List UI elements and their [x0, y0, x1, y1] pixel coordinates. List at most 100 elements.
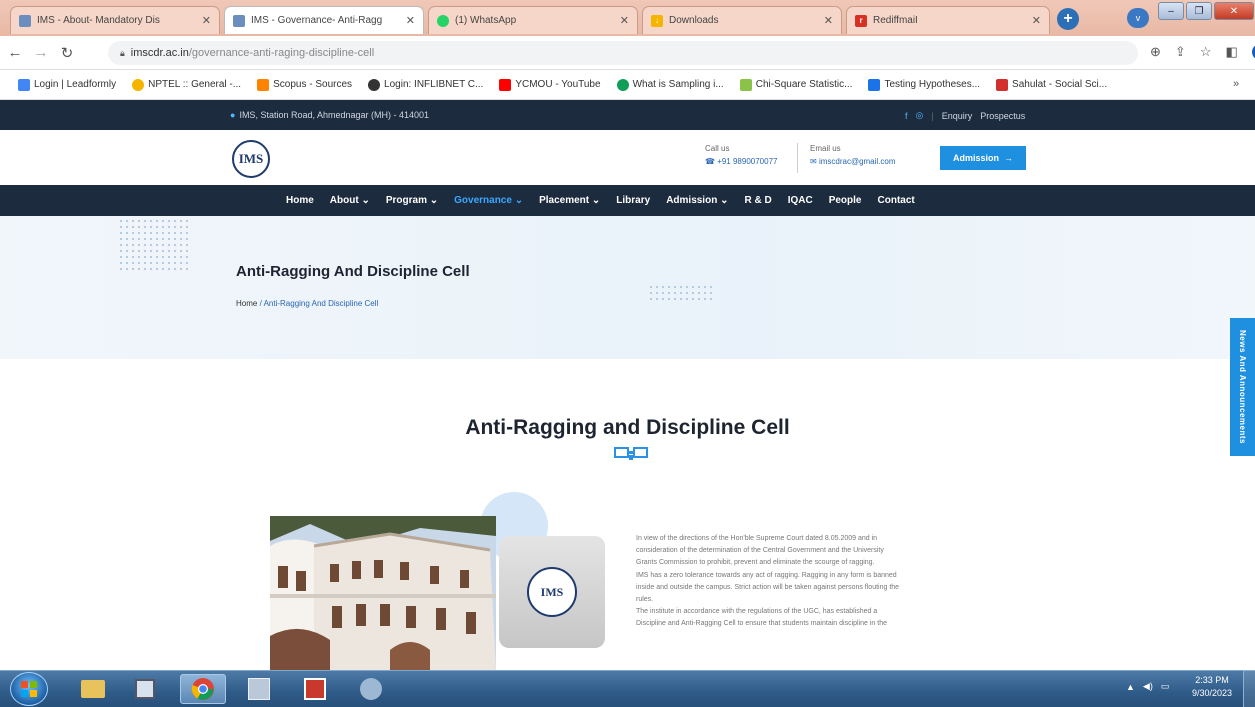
bookmark-label: Sahulat - Social Sci... — [1012, 79, 1108, 90]
admission-button[interactable]: Admission → — [940, 146, 1026, 170]
taskbar-clock[interactable]: 2:33 PM 9/30/2023 — [1192, 674, 1232, 700]
paragraph-line: IMS has a zero tolerance towards any act… — [636, 571, 897, 579]
phone-icon: ☎︎ — [705, 157, 718, 166]
site-address: ● IMS, Station Road, Ahmednagar (MH) - 41… — [230, 110, 429, 120]
star-icon[interactable]: ☆ — [1200, 44, 1212, 60]
nav-program[interactable]: Program ⌄ — [386, 195, 438, 206]
reload-icon[interactable]: ↻ — [56, 44, 78, 62]
nav-iqac[interactable]: IQAC — [788, 195, 813, 206]
url-domain: imscdr.ac.in — [130, 47, 189, 59]
prospectus-link[interactable]: Prospectus — [980, 111, 1025, 121]
download-icon: ↓ — [651, 14, 663, 27]
instagram-icon[interactable]: ◎ — [916, 110, 924, 121]
close-icon[interactable]: ✕ — [824, 14, 833, 27]
app-icon[interactable] — [236, 674, 282, 704]
explorer-icon[interactable] — [70, 674, 116, 704]
nptel-icon — [132, 78, 145, 91]
chrome-icon[interactable] — [180, 674, 226, 704]
bookmark-item[interactable]: What is Sampling i... — [609, 78, 732, 91]
ims-logo[interactable]: IMS — [232, 140, 270, 178]
tab-title: IMS - About- Mandatory Dis — [37, 15, 160, 26]
enquiry-link[interactable]: Enquiry — [942, 111, 973, 121]
email-value[interactable]: imscdrac@gmail.com — [819, 157, 896, 166]
nav-library[interactable]: Library — [616, 195, 650, 206]
bookmark-label: What is Sampling i... — [632, 79, 724, 90]
media-icon[interactable] — [122, 674, 168, 704]
network-icon[interactable]: ▭ — [1161, 681, 1170, 692]
bookmark-item[interactable]: Chi-Square Statistic... — [732, 78, 861, 91]
paragraph-line: rules. — [636, 596, 654, 604]
close-icon[interactable]: ✕ — [202, 14, 211, 27]
paragraph-line: consideration of the determination of th… — [636, 547, 884, 555]
call-label: Call us — [705, 144, 730, 153]
lock-icon: 🔒︎ — [120, 47, 125, 58]
window-close-button[interactable]: ✕ — [1214, 2, 1254, 20]
bookmarks-bar: Login | Leadformly NPTEL :: General -...… — [0, 70, 1255, 100]
nav-research[interactable]: R & D — [744, 195, 771, 206]
section-divider-icon — [614, 447, 648, 460]
nav-governance[interactable]: Governance ⌄ — [454, 195, 523, 206]
bookmark-item[interactable]: Sahulat - Social Sci... — [988, 78, 1115, 91]
toolbar-actions: ⊕ ⇪ ☆ ◧ ⋮ — [1150, 44, 1255, 60]
address-bar[interactable]: 🔒︎ imscdr.ac.in /governance-anti-raging-… — [108, 41, 1138, 65]
browser-tab[interactable]: (1) WhatsApp ✕ — [428, 6, 638, 34]
tab-search-button[interactable]: v — [1127, 8, 1149, 28]
maximize-button[interactable]: ❐ — [1186, 2, 1212, 20]
nav-about[interactable]: About ⌄ — [330, 195, 370, 206]
site-topbar: ● IMS, Station Road, Ahmednagar (MH) - 41… — [0, 100, 1255, 130]
admission-label: Admission — [952, 153, 999, 163]
show-desktop-button[interactable] — [1243, 670, 1255, 707]
leadformly-icon — [18, 78, 30, 91]
browser-tab-active[interactable]: IMS - Governance- Anti-Ragg ✕ — [224, 6, 424, 34]
zoom-icon[interactable]: ⊕ — [1150, 44, 1161, 60]
paragraph-line: Grants Commission to prohibit, prevent a… — [636, 559, 875, 567]
bookmark-item[interactable]: Testing Hypotheses... — [860, 78, 988, 91]
close-icon[interactable]: ✕ — [1032, 14, 1041, 27]
volume-icon[interactable]: ◀) — [1143, 681, 1153, 692]
browser-tab[interactable]: IMS - About- Mandatory Dis ✕ — [10, 6, 220, 34]
bookmark-item[interactable]: Login | Leadformly — [10, 78, 124, 91]
nav-admission[interactable]: Admission ⌄ — [666, 195, 728, 206]
tab-title: RediffmaiI — [873, 15, 918, 26]
sahulat-icon — [996, 78, 1009, 91]
new-tab-button[interactable]: + — [1057, 8, 1079, 30]
site-header — [0, 130, 1255, 185]
tab-title: (1) WhatsApp — [455, 15, 517, 26]
nav-people[interactable]: People — [829, 195, 862, 206]
breadcrumb: Home / Anti-Ragging And Discipline Cell — [236, 299, 378, 308]
bookmark-item[interactable]: NPTEL :: General -... — [124, 78, 249, 91]
nav-home[interactable]: Home — [286, 195, 314, 206]
close-icon[interactable]: ✕ — [620, 14, 629, 27]
whatsapp-icon — [437, 14, 449, 27]
chart-icon — [739, 78, 752, 91]
ims-favicon-icon — [19, 14, 31, 27]
share-icon[interactable]: ⇪ — [1175, 44, 1186, 60]
browser-tab[interactable]: r RediffmaiI ✕ — [846, 6, 1050, 34]
nav-contact[interactable]: Contact — [878, 195, 915, 206]
back-arrow-icon[interactable]: ← — [4, 44, 26, 61]
close-icon[interactable]: ✕ — [406, 14, 415, 27]
bookmark-label: Chi-Square Statistic... — [755, 79, 853, 90]
bookmarks-more-button[interactable]: » — [1233, 78, 1239, 90]
call-value[interactable]: +91 9890070077 — [717, 157, 777, 166]
forward-arrow-icon[interactable]: → — [30, 44, 52, 61]
bookmark-item[interactable]: Login: INFLIBNET C... — [360, 78, 491, 91]
tab-title: IMS - Governance- Anti-Ragg — [251, 15, 383, 26]
ims-emblem-logo: IMS — [527, 567, 577, 617]
paint-icon[interactable] — [348, 674, 394, 704]
facebook-icon[interactable]: f — [905, 111, 908, 121]
bookmark-item[interactable]: Scopus - Sources — [249, 78, 360, 91]
sidepanel-icon[interactable]: ◧ — [1225, 44, 1237, 60]
email-label: Email us — [810, 144, 841, 153]
start-orb-icon[interactable] — [10, 672, 48, 706]
window-controls: – ❐ ✕ — [1158, 2, 1254, 20]
nav-placement[interactable]: Placement ⌄ — [539, 195, 600, 206]
bookmark-item[interactable]: YCMOU - YouTube — [491, 78, 608, 91]
browser-tab[interactable]: ↓ Downloads ✕ — [642, 6, 842, 34]
minimize-button[interactable]: – — [1158, 2, 1184, 20]
breadcrumb-home[interactable]: Home — [236, 299, 257, 308]
pdf-icon[interactable] — [292, 674, 338, 704]
campus-building-image — [270, 516, 496, 670]
inflibnet-icon — [368, 78, 381, 91]
tray-arrow-icon[interactable]: ▲ — [1126, 682, 1135, 692]
